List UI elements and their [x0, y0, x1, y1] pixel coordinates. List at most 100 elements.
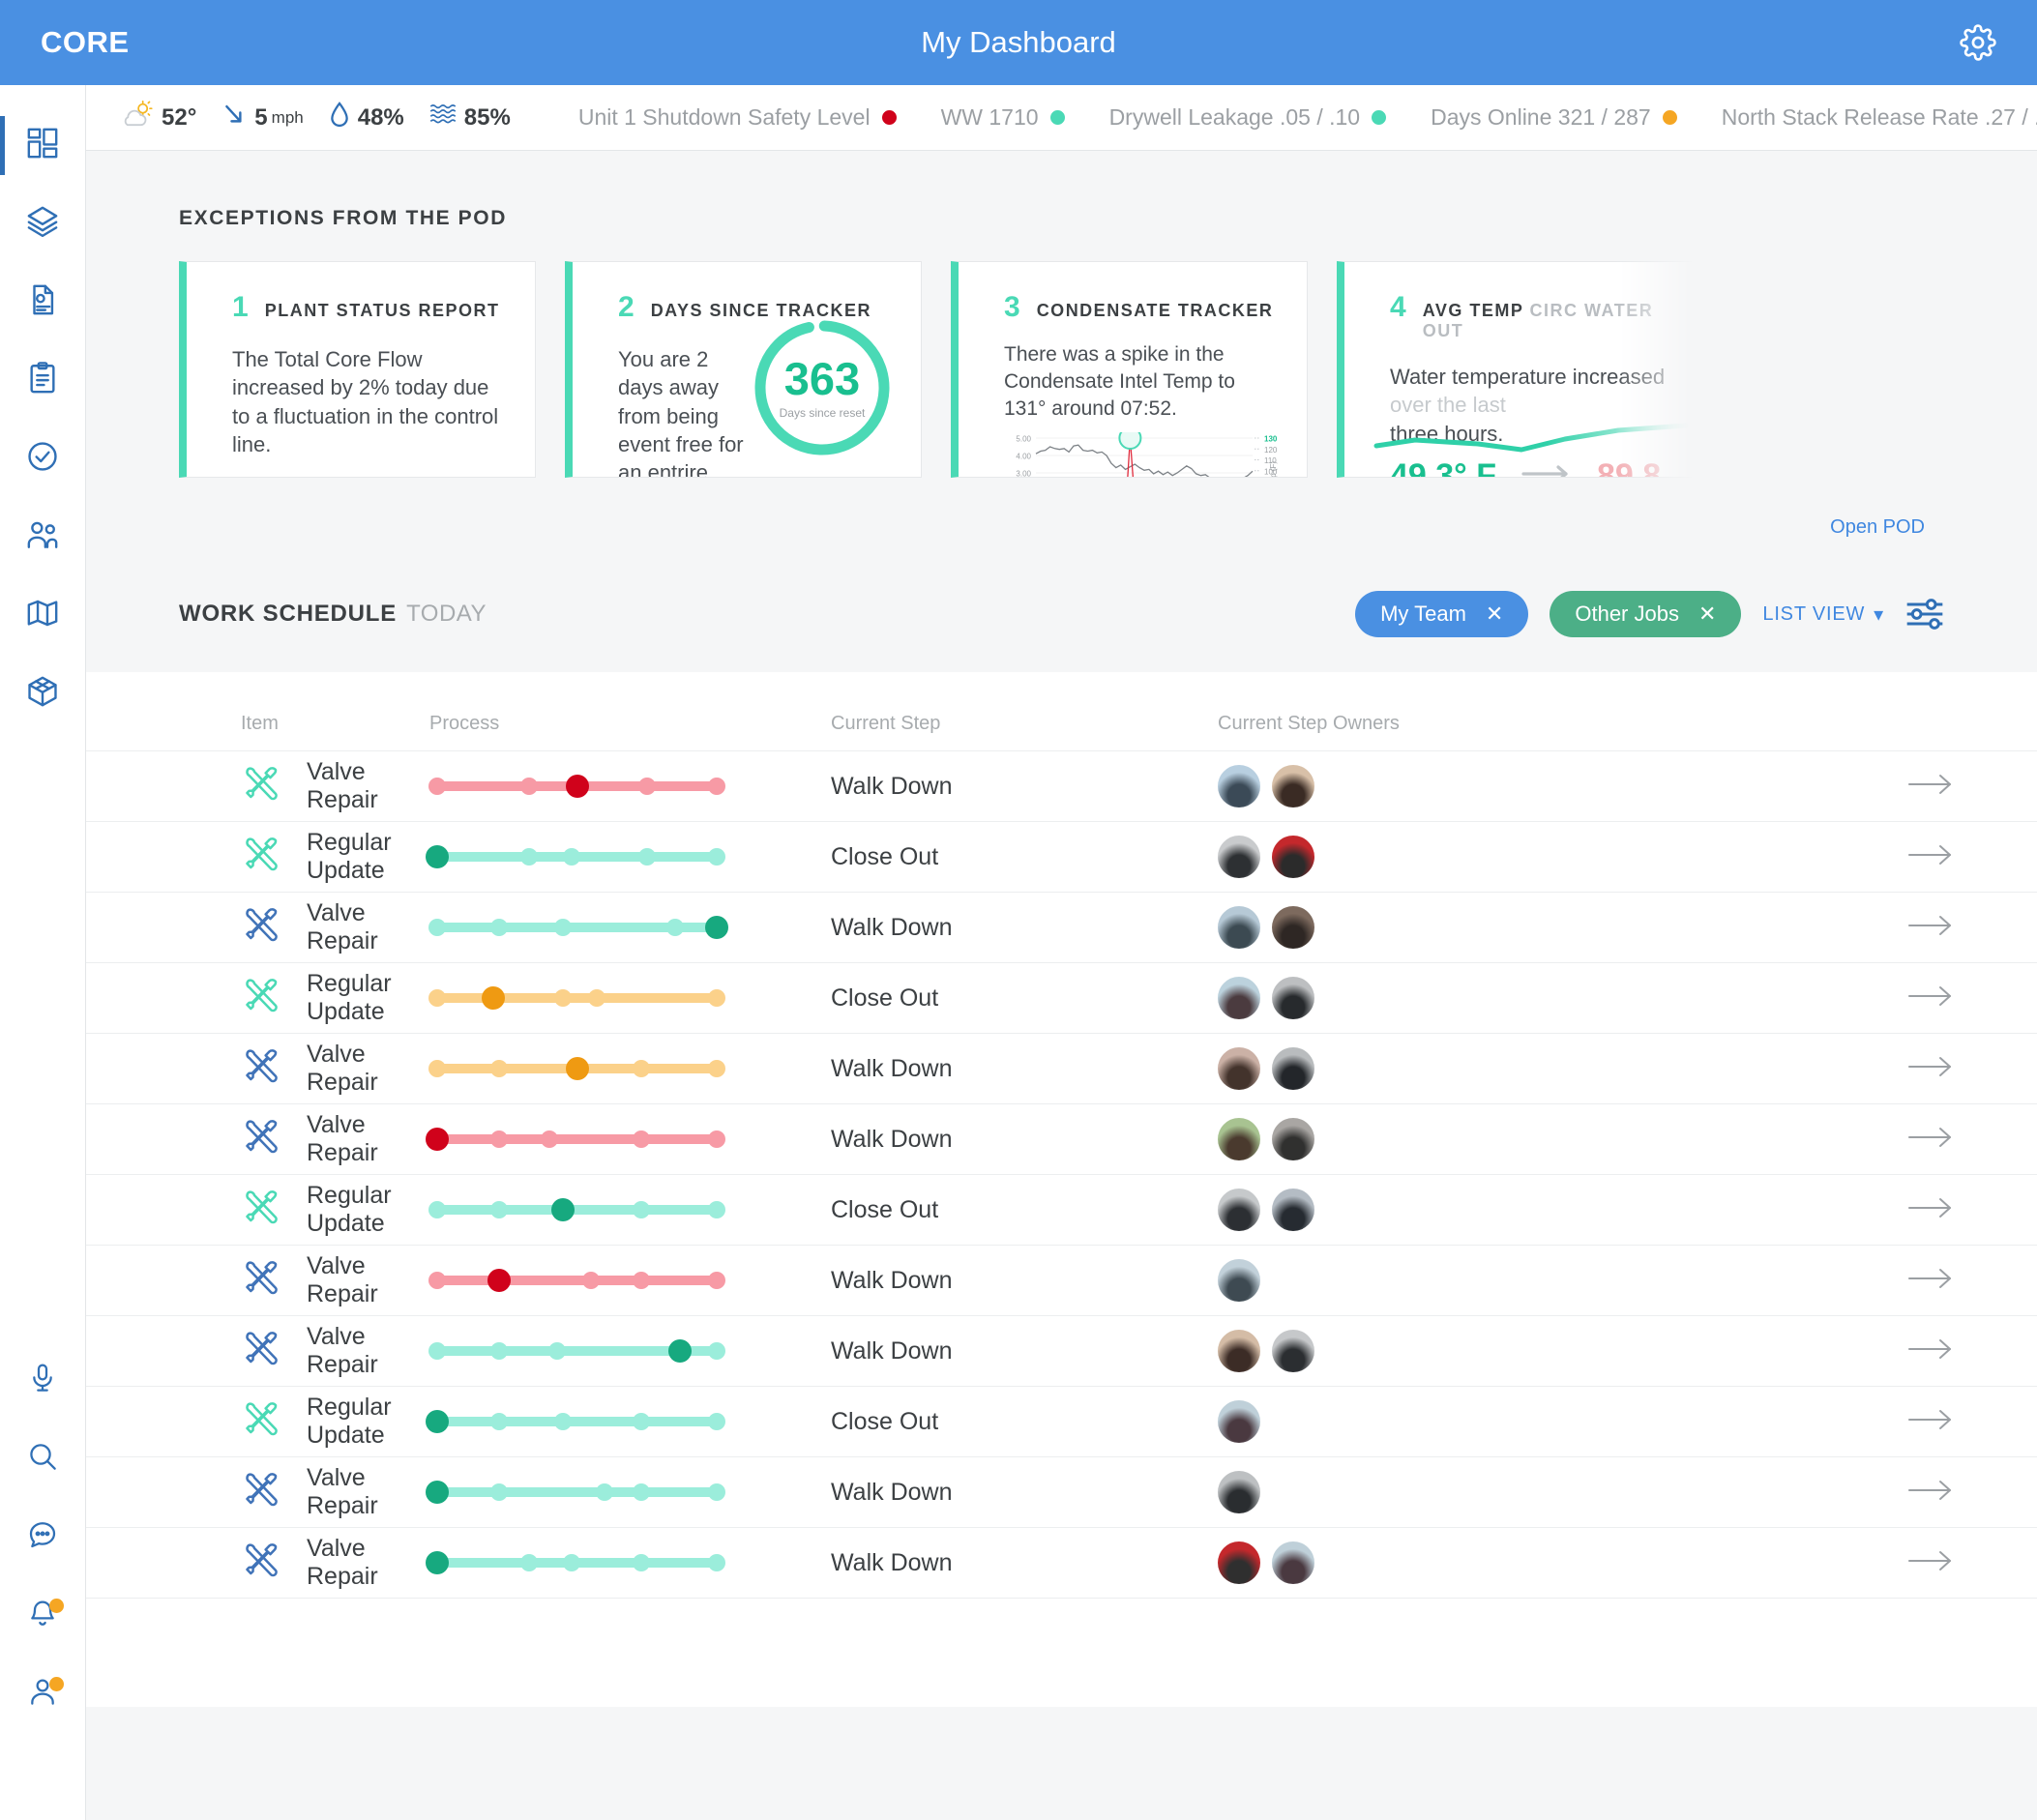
table-row[interactable]: Regular Update Close Out	[86, 1174, 2037, 1246]
table-row[interactable]: Regular Update Close Out	[86, 821, 2037, 893]
process-progress[interactable]	[426, 843, 725, 870]
process-node-active[interactable]	[426, 1551, 449, 1574]
process-node-active[interactable]	[551, 1198, 576, 1221]
process-node[interactable]	[637, 848, 656, 866]
avatar[interactable]	[1218, 836, 1260, 878]
kpi-item[interactable]: North Stack Release Rate .27 / .30	[1722, 104, 2037, 131]
avatar[interactable]	[1218, 977, 1260, 1019]
table-row[interactable]: Valve Repair Walk Down	[86, 1456, 2037, 1528]
process-node[interactable]	[708, 1272, 725, 1289]
exception-card[interactable]: 1 PLANT STATUS REPORT The Total Core Flow …	[179, 261, 536, 478]
avatar[interactable]	[1218, 1189, 1260, 1231]
open-pod-link[interactable]: Open POD	[86, 478, 2037, 539]
table-row[interactable]: Valve Repair Walk Down	[86, 892, 2037, 963]
process-node-active[interactable]	[426, 845, 449, 868]
process-node[interactable]	[665, 919, 684, 936]
filter-chip[interactable]: My Team ✕	[1355, 591, 1529, 637]
process-node[interactable]	[428, 919, 446, 936]
process-node[interactable]	[489, 1483, 508, 1501]
process-progress[interactable]	[426, 1408, 725, 1435]
avatar[interactable]	[1272, 977, 1314, 1019]
avatar[interactable]	[1218, 906, 1260, 949]
avatar[interactable]	[1218, 765, 1260, 807]
process-progress[interactable]	[428, 1337, 725, 1365]
process-node[interactable]	[632, 1060, 650, 1077]
process-node[interactable]	[520, 848, 539, 866]
avatar[interactable]	[1218, 1541, 1260, 1584]
avatar[interactable]	[1272, 1541, 1314, 1584]
process-node[interactable]	[428, 1201, 446, 1218]
process-node[interactable]	[637, 778, 656, 795]
arrow-right-icon[interactable]	[1907, 842, 1954, 872]
process-node[interactable]	[632, 1554, 650, 1571]
process-progress[interactable]	[426, 1549, 725, 1576]
filter-chip[interactable]: Other Jobs ✕	[1550, 591, 1742, 637]
table-row[interactable]: Regular Update Close Out	[86, 962, 2037, 1034]
process-progress[interactable]	[426, 1479, 725, 1506]
sidebar-item-people[interactable]	[0, 498, 85, 576]
process-node[interactable]	[554, 1413, 573, 1430]
process-node[interactable]	[632, 1483, 650, 1501]
close-icon[interactable]: ✕	[1698, 602, 1716, 627]
process-progress[interactable]	[428, 1267, 725, 1294]
process-node-active[interactable]	[565, 1057, 589, 1080]
arrow-right-icon[interactable]	[1907, 1548, 1954, 1578]
kpi-item[interactable]: Unit 1 Shutdown Safety Level	[578, 104, 897, 131]
sliders-icon[interactable]	[1905, 598, 1944, 631]
process-node[interactable]	[554, 989, 573, 1007]
process-node[interactable]	[489, 1130, 508, 1148]
sidebar-item-tasks[interactable]	[0, 420, 85, 498]
exception-card[interactable]: 3 CONDENSATE TRACKER There was a spike in …	[951, 261, 1308, 478]
process-node-active[interactable]	[668, 1339, 693, 1363]
process-progress[interactable]	[428, 773, 725, 800]
process-node-active[interactable]	[426, 1410, 449, 1433]
process-node[interactable]	[489, 1342, 508, 1360]
arrow-right-icon[interactable]	[1907, 1125, 1954, 1155]
avatar[interactable]	[1272, 1047, 1314, 1090]
avatar[interactable]	[1218, 1330, 1260, 1372]
avatar[interactable]	[1272, 906, 1314, 949]
kpi-item[interactable]: Days Online 321 / 287	[1431, 104, 1677, 131]
arrow-right-icon[interactable]	[1907, 1407, 1954, 1437]
close-icon[interactable]: ✕	[1486, 602, 1503, 627]
exception-card[interactable]: 4 AVG TEMP CIRC WATER OUT Water temperatur…	[1337, 261, 1694, 478]
sidebar-item-layers[interactable]	[0, 185, 85, 263]
arrow-right-icon[interactable]	[1907, 1266, 1954, 1296]
table-row[interactable]: Valve Repair Walk Down	[86, 1315, 2037, 1387]
sidebar-item-profile[interactable]	[0, 1655, 85, 1733]
gear-icon[interactable]	[1960, 24, 1996, 61]
arrow-right-icon[interactable]	[1907, 772, 1954, 802]
kpi-item[interactable]: WW 1710	[941, 104, 1065, 131]
process-node[interactable]	[587, 989, 605, 1007]
process-node-active[interactable]	[705, 916, 728, 939]
arrow-right-icon[interactable]	[1907, 1195, 1954, 1225]
process-node[interactable]	[708, 778, 725, 795]
avatar[interactable]	[1218, 1118, 1260, 1160]
kpi-item[interactable]: Drywell Leakage .05 / .10	[1109, 104, 1387, 131]
arrow-right-icon[interactable]	[1907, 1054, 1954, 1084]
process-node[interactable]	[708, 1201, 725, 1218]
avatar[interactable]	[1218, 1471, 1260, 1513]
process-node[interactable]	[520, 1554, 539, 1571]
exception-card[interactable]: 2 DAYS SINCE TRACKER You are 2 days away f…	[565, 261, 922, 478]
process-node[interactable]	[489, 1201, 508, 1218]
process-node[interactable]	[562, 848, 580, 866]
process-node-active[interactable]	[481, 986, 505, 1010]
process-node[interactable]	[708, 1554, 725, 1571]
process-node[interactable]	[428, 1060, 446, 1077]
process-node[interactable]	[708, 848, 725, 866]
process-node[interactable]	[581, 1272, 600, 1289]
process-node[interactable]	[489, 1413, 508, 1430]
process-node[interactable]	[632, 1272, 650, 1289]
arrow-right-icon[interactable]	[1907, 983, 1954, 1013]
arrow-right-icon[interactable]	[1907, 1336, 1954, 1366]
process-progress[interactable]	[428, 1055, 725, 1082]
avatar[interactable]	[1272, 836, 1314, 878]
process-progress[interactable]	[428, 914, 728, 941]
process-node[interactable]	[632, 1130, 650, 1148]
table-row[interactable]: Valve Repair Walk Down	[86, 1033, 2037, 1104]
process-progress[interactable]	[428, 1196, 725, 1223]
table-row[interactable]: Valve Repair Walk Down	[86, 1527, 2037, 1599]
process-node[interactable]	[489, 919, 508, 936]
sidebar-item-notifications[interactable]	[0, 1576, 85, 1655]
